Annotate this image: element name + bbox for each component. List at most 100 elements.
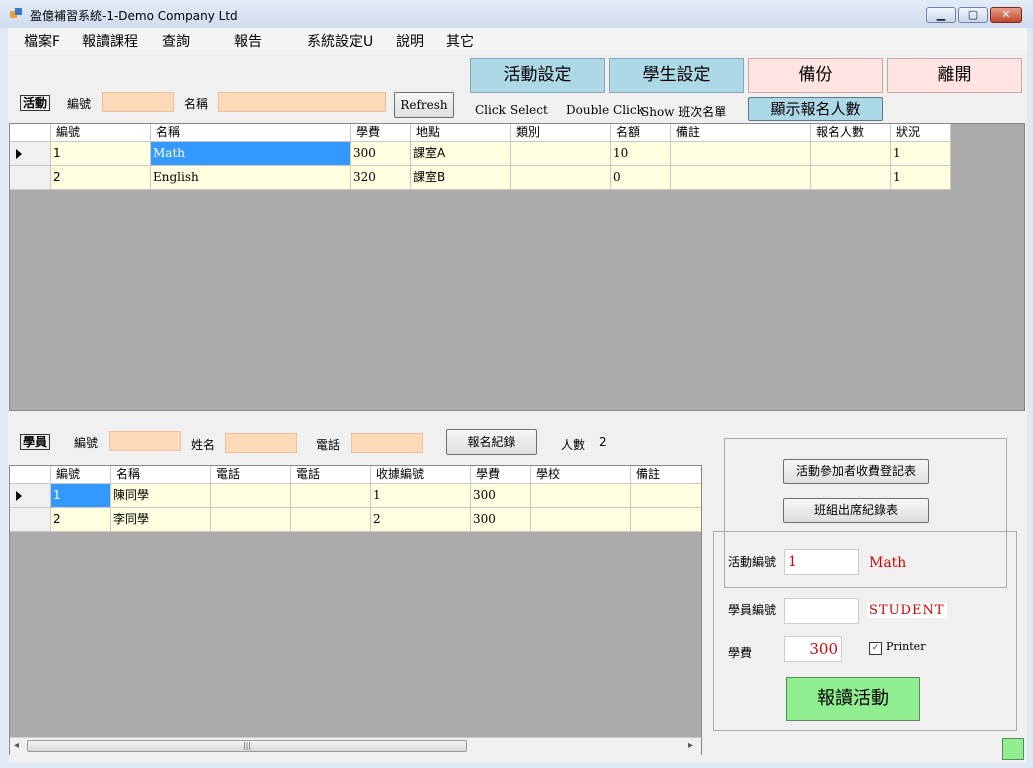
table-cell[interactable] xyxy=(671,166,811,190)
table-cell[interactable]: 課室A xyxy=(411,142,511,166)
table-cell[interactable]: 0 xyxy=(611,166,671,190)
student-name-label: 姓名 xyxy=(191,438,216,452)
table-cell[interactable]: 1 xyxy=(51,142,151,166)
table-cell[interactable]: 300 xyxy=(471,508,531,532)
student-phone-input[interactable] xyxy=(351,433,423,453)
col-header-id[interactable]: 編號 xyxy=(51,466,111,484)
backup-button[interactable]: 備份 xyxy=(748,58,883,93)
registration-record-button[interactable]: 報名紀錄 xyxy=(446,429,537,455)
fee-field[interactable]: 300 xyxy=(784,636,842,662)
table-cell[interactable] xyxy=(511,166,611,190)
table-cell[interactable]: 李同學 xyxy=(111,508,211,532)
student-id-field[interactable] xyxy=(784,598,859,624)
col-header-enrolled[interactable]: 報名人數 xyxy=(811,124,891,142)
col-header-receipt[interactable]: 收據編號 xyxy=(371,466,471,484)
table-cell[interactable] xyxy=(631,508,701,532)
table-cell[interactable]: 陳同學 xyxy=(111,484,211,508)
table-cell[interactable] xyxy=(631,484,701,508)
col-header-name[interactable]: 名稱 xyxy=(151,124,351,142)
col-header-phone[interactable]: 電話 xyxy=(211,466,291,484)
activity-id-field[interactable]: 1 xyxy=(784,549,859,575)
table-cell[interactable]: 1 xyxy=(371,484,471,508)
close-button[interactable]: ✕ xyxy=(990,7,1022,23)
table-cell[interactable] xyxy=(211,484,291,508)
table-cell[interactable] xyxy=(811,142,891,166)
minimize-button[interactable]: ▁ xyxy=(926,7,956,23)
table-cell[interactable]: 10 xyxy=(611,142,671,166)
refresh-button[interactable]: Refresh xyxy=(394,92,454,118)
activity-name-value: Math xyxy=(869,555,907,571)
student-phone-label: 電話 xyxy=(316,438,341,452)
table-cell[interactable] xyxy=(511,142,611,166)
exit-button[interactable]: 離開 xyxy=(887,58,1022,93)
activity-settings-button[interactable]: 活動設定 xyxy=(470,58,605,93)
table-cell[interactable]: 300 xyxy=(471,484,531,508)
show-count-button[interactable]: 顯示報名人數 xyxy=(748,97,883,121)
menu-other[interactable]: 其它 xyxy=(446,31,474,51)
student-grid[interactable]: 編號 名稱 電話 電話 收據編號 學費 學校 備註 1 陳同學 1 300 2 … xyxy=(9,465,702,755)
student-count-value: 2 xyxy=(599,435,607,449)
table-cell[interactable] xyxy=(671,142,811,166)
table-cell[interactable]: 320 xyxy=(351,166,411,190)
col-header-id[interactable]: 編號 xyxy=(51,124,151,142)
menu-query[interactable]: 查詢 xyxy=(162,31,190,51)
scrollbar-thumb[interactable]: ||| xyxy=(27,740,467,752)
row-header[interactable] xyxy=(10,166,51,190)
table-cell[interactable]: 1 xyxy=(891,142,951,166)
table-cell[interactable]: 2 xyxy=(51,508,111,532)
activity-grid[interactable]: 編號 名稱 學費 地點 類別 名額 備註 報名人數 狀況 1 Math 300 … xyxy=(9,123,1025,411)
col-header-quota[interactable]: 名額 xyxy=(611,124,671,142)
table-cell[interactable] xyxy=(291,484,371,508)
col-header-status[interactable]: 狀況 xyxy=(891,124,951,142)
student-name-input[interactable] xyxy=(225,433,297,453)
table-cell[interactable] xyxy=(531,484,631,508)
activity-id-input[interactable] xyxy=(102,92,174,112)
main-form: 檔案F 報讀課程 查詢 報告 系統設定U 說明 其它 活動設定 學生設定 備份 … xyxy=(8,28,1027,763)
table-cell[interactable]: 1 xyxy=(891,166,951,190)
menu-report[interactable]: 報告 xyxy=(234,31,262,51)
menu-bar: 檔案F 報讀課程 查詢 報告 系統設定U 說明 其它 xyxy=(8,28,1027,50)
col-header-phone-2[interactable]: 電話 xyxy=(291,466,371,484)
menu-help[interactable]: 說明 xyxy=(396,31,424,51)
col-header-fee[interactable]: 學費 xyxy=(351,124,411,142)
table-cell[interactable]: Math xyxy=(151,142,351,166)
table-cell[interactable]: 2 xyxy=(371,508,471,532)
row-header[interactable] xyxy=(10,142,51,166)
col-header-remarks[interactable]: 備註 xyxy=(671,124,811,142)
col-header-school[interactable]: 學校 xyxy=(531,466,631,484)
table-cell[interactable]: 1 xyxy=(51,484,111,508)
col-header-location[interactable]: 地點 xyxy=(411,124,511,142)
menu-system-settings[interactable]: 系統設定U xyxy=(307,31,373,51)
table-cell[interactable] xyxy=(811,166,891,190)
table-cell[interactable] xyxy=(291,508,371,532)
attendance-form-button[interactable]: 班組出席紀錄表 xyxy=(783,498,929,523)
activity-name-input[interactable] xyxy=(218,92,386,112)
maximize-button[interactable]: ▢ xyxy=(958,7,988,23)
col-header-category[interactable]: 類別 xyxy=(511,124,611,142)
enroll-activity-button[interactable]: 報讀活動 xyxy=(786,677,920,721)
col-header-remarks[interactable]: 備註 xyxy=(631,466,701,484)
scroll-right-icon[interactable]: ▸ xyxy=(688,740,693,751)
printer-checkbox[interactable]: ✓ xyxy=(869,642,882,655)
table-cell[interactable] xyxy=(211,508,291,532)
col-header-fee[interactable]: 學費 xyxy=(471,466,531,484)
table-cell[interactable] xyxy=(531,508,631,532)
menu-enroll-course[interactable]: 報讀課程 xyxy=(82,31,138,51)
horizontal-scrollbar[interactable]: ◂ ||| ▸ xyxy=(10,737,701,755)
activity-id-label: 編號 xyxy=(67,97,92,111)
fee-registration-form-button[interactable]: 活動參加者收費登記表 xyxy=(783,459,929,484)
student-id-input[interactable] xyxy=(109,431,181,451)
app-icon xyxy=(10,8,23,19)
table-cell[interactable]: 2 xyxy=(51,166,151,190)
table-cell[interactable]: English xyxy=(151,166,351,190)
student-id-label: 學員編號 xyxy=(728,603,777,617)
activity-section-label: 活動 xyxy=(20,95,51,111)
student-settings-button[interactable]: 學生設定 xyxy=(609,58,744,93)
col-header-name[interactable]: 名稱 xyxy=(111,466,211,484)
row-header[interactable] xyxy=(10,484,51,508)
scroll-left-icon[interactable]: ◂ xyxy=(14,740,19,751)
table-cell[interactable]: 課室B xyxy=(411,166,511,190)
menu-file[interactable]: 檔案F xyxy=(24,31,60,51)
row-header[interactable] xyxy=(10,508,51,532)
table-cell[interactable]: 300 xyxy=(351,142,411,166)
